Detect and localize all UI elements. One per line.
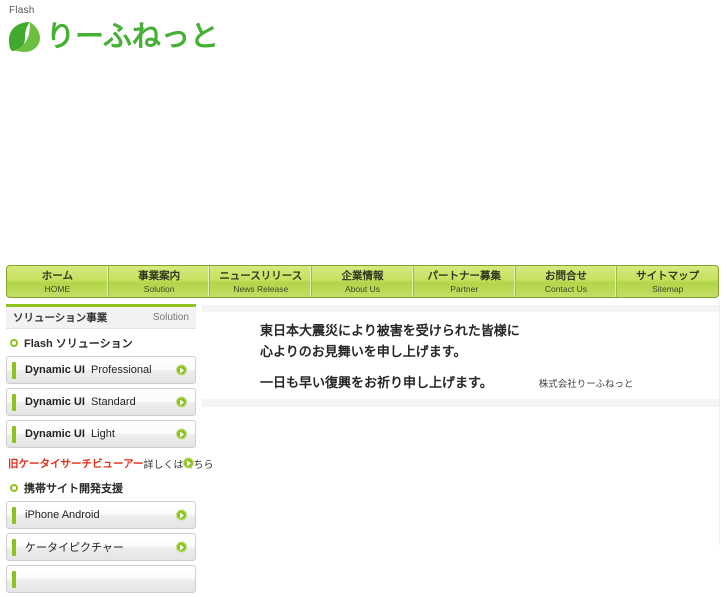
nav-item-label-en: Contact Us (544, 283, 587, 294)
sidebar-item-label: ケータイピクチャー (25, 542, 124, 554)
sidebar-item-label: Dynamic UI Light (25, 428, 115, 440)
sidebar-group-flash-solution: Flash ソリューション (6, 329, 196, 356)
ring-bullet-icon (10, 484, 18, 492)
nav-item-label-en: Partner (450, 283, 479, 294)
nav-item-label-ja: 事業案内 (138, 269, 181, 282)
nav-item-label-en: Solution (143, 283, 175, 294)
nav-item-partner[interactable]: パートナー募集 Partner (414, 266, 516, 297)
nav-item-contact-us[interactable]: お問合せ Contact Us (516, 266, 618, 297)
item-accent-bar (12, 361, 16, 379)
sidebar-item-label: Dynamic UI Professional (25, 364, 152, 376)
leaf-icon (9, 22, 40, 52)
nav-item-label-ja: お問合せ (544, 269, 587, 282)
sidebar-title: ソリューション事業 Solution (6, 307, 196, 329)
nav-item-label-ja: ホーム (41, 269, 73, 282)
item-accent-bar (12, 570, 16, 588)
nav-item-sitemap[interactable]: サイトマップ Sitemap (617, 266, 718, 297)
nav-item-label-ja: ニュースリリース (219, 269, 303, 282)
sidebar-item-dynamic-ui-professional[interactable]: Dynamic UI Professional (6, 356, 196, 384)
content-right-edge (719, 301, 720, 545)
nav-item-label-en: HOME (44, 283, 71, 294)
sidebar-item-label-bold: Dynamic UI (25, 364, 85, 376)
page-body: ソリューション事業 Solution Flash ソリューション Dynamic… (0, 301, 727, 593)
notice-spacer (202, 362, 719, 372)
nav-item-label-en: News Release (233, 283, 289, 294)
main-content: 東日本大震災により被害を受けられた皆様に 心よりのお見舞いを申し上げます。 一日… (202, 301, 719, 545)
arrow-right-circle-icon (176, 396, 187, 408)
sidebar-item-label-rest: Standard (91, 396, 136, 408)
legacy-viewer-title: 旧ケータイサーチビューアー (8, 458, 144, 470)
sidebar-item-label-bold: Dynamic UI (25, 396, 85, 408)
sidebar: ソリューション事業 Solution Flash ソリューション Dynamic… (6, 304, 213, 597)
logo-text: りーふねっと (46, 20, 219, 53)
sidebar-title-en: Solution (152, 312, 189, 323)
sidebar-legacy-viewer-link[interactable]: 旧ケータイサーチビューアー 詳しくはこちら (6, 452, 213, 474)
item-accent-bar (12, 538, 16, 556)
notice-line-3-row: 一日も早い復興をお祈り申し上げます。 株式会社りーふねっと (202, 372, 719, 395)
sidebar-item-label-bold: Dynamic UI (25, 428, 85, 440)
notice-line-2: 心よりのお見舞いを申し上げます。 (260, 344, 467, 359)
nav-item-label-ja: サイトマップ (636, 269, 700, 282)
flash-label: Flash (9, 5, 35, 16)
sidebar-item-iphone-android[interactable]: iPhone Android (6, 501, 196, 529)
nav-item-solution[interactable]: 事業案内 Solution (109, 266, 211, 297)
sidebar-group-label: Flash ソリューション (24, 338, 133, 350)
arrow-right-circle-icon (176, 428, 187, 440)
site-logo[interactable]: りーふねっと (6, 17, 219, 57)
item-accent-bar (12, 506, 16, 524)
arrow-right-circle-icon (183, 457, 194, 469)
notice-message-box: 東日本大震災により被害を受けられた皆様に 心よりのお見舞いを申し上げます。 一日… (202, 305, 719, 407)
sidebar-group-mobile-dev: 携帯サイト開発支援 (6, 474, 196, 501)
notice-signature: 株式会社りーふねっと (538, 379, 634, 390)
sidebar-item-dynamic-ui-light[interactable]: Dynamic UI Light (6, 420, 196, 448)
sidebar-item-dynamic-ui-standard[interactable]: Dynamic UI Standard (6, 388, 196, 416)
sidebar-item-partial-cutoff[interactable] (6, 565, 196, 593)
item-accent-bar (12, 393, 16, 411)
arrow-right-circle-icon (176, 541, 187, 553)
item-accent-bar (12, 425, 16, 443)
global-navigation: ホーム HOME 事業案内 Solution ニュースリリース News Rel… (6, 265, 719, 298)
sidebar-item-label: Dynamic UI Standard (25, 396, 136, 408)
arrow-right-circle-icon (176, 364, 187, 376)
nav-item-about-us[interactable]: 企業情報 About Us (312, 266, 414, 297)
arrow-right-circle-icon (176, 509, 187, 521)
nav-item-home[interactable]: ホーム HOME (7, 266, 109, 297)
sidebar-item-label-rest: Professional (91, 364, 152, 376)
sidebar-item-keitai-picture[interactable]: ケータイピクチャー (6, 533, 196, 561)
sidebar-group-label: 携帯サイト開発支援 (24, 483, 123, 495)
notice-line-3: 一日も早い復興をお祈り申し上げます。 (260, 375, 493, 390)
ring-bullet-icon (10, 339, 18, 347)
site-header: Flash りーふねっと (0, 0, 727, 265)
notice-line-1: 東日本大震災により被害を受けられた皆様に (260, 323, 520, 338)
nav-item-label-en: Sitemap (652, 283, 684, 294)
nav-item-news-release[interactable]: ニュースリリース News Release (210, 266, 313, 297)
sidebar-item-label: iPhone Android (25, 509, 100, 521)
sidebar-title-ja: ソリューション事業 (13, 312, 108, 324)
sidebar-item-label-rest: Light (91, 428, 115, 440)
nav-item-label-en: About Us (345, 283, 380, 294)
nav-item-label-ja: パートナー募集 (427, 269, 501, 282)
nav-item-label-ja: 企業情報 (341, 269, 384, 282)
